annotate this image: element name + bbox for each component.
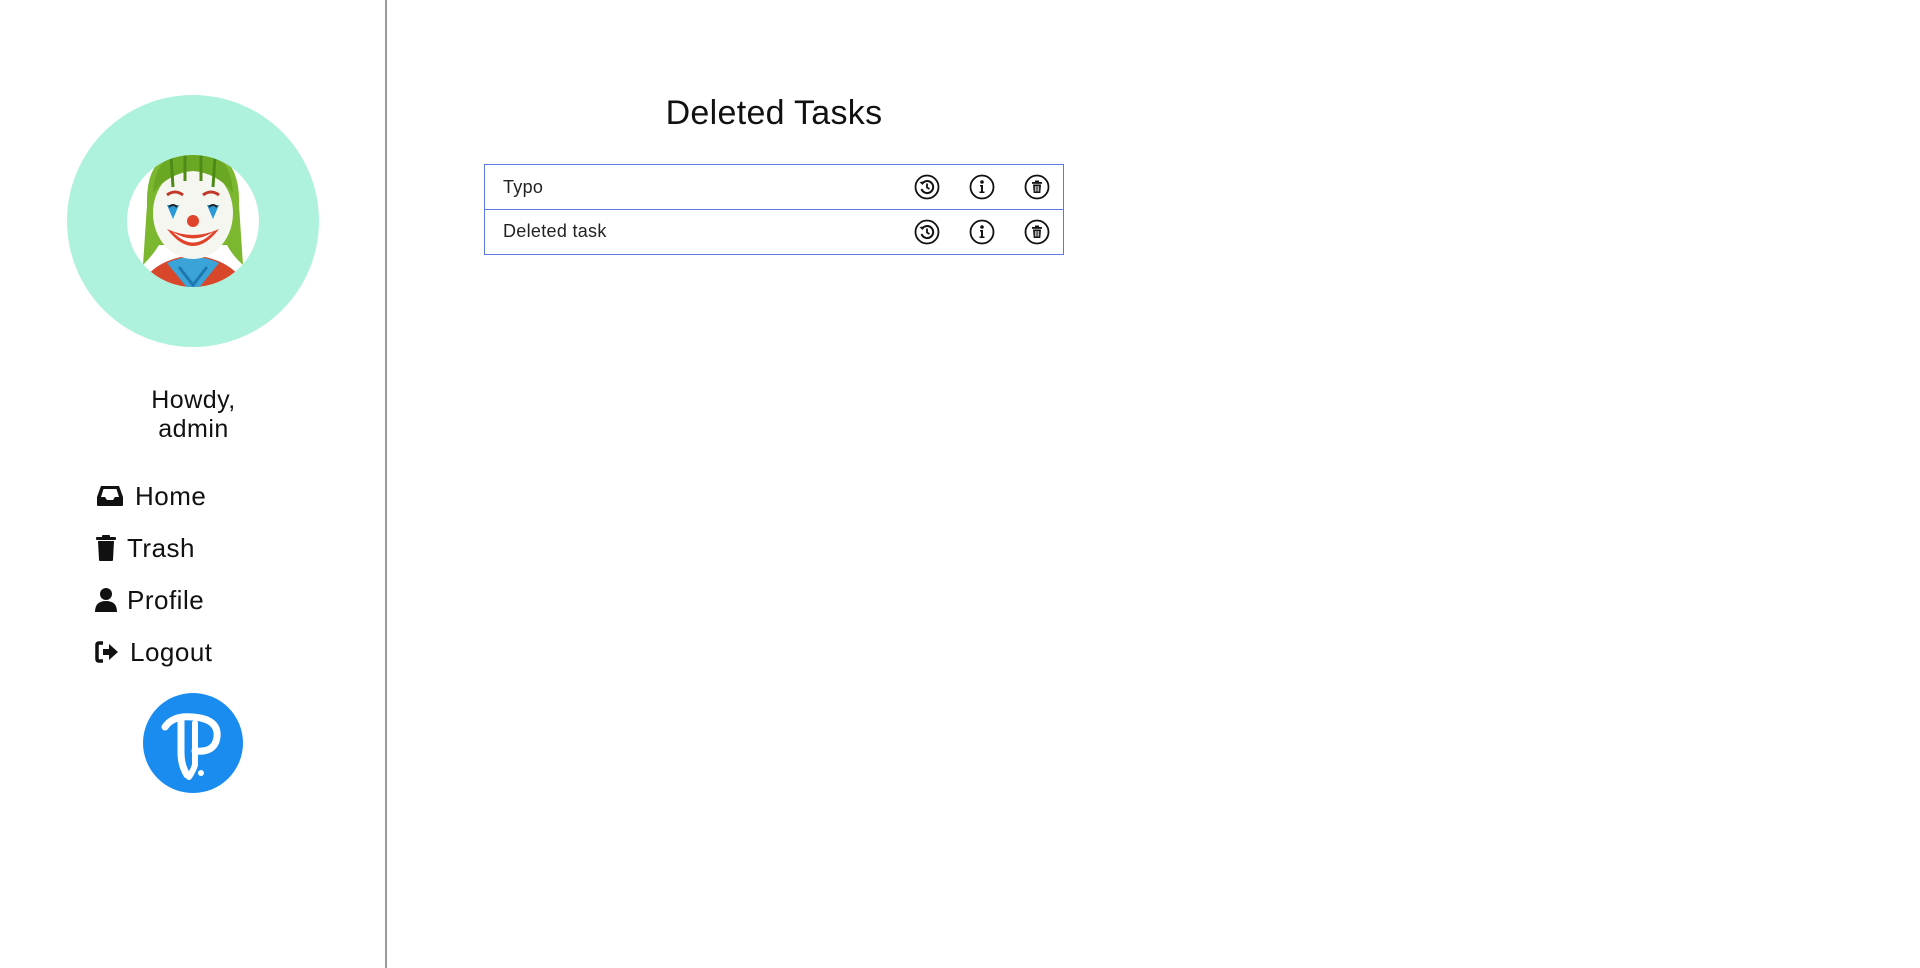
info-button[interactable] <box>968 218 996 246</box>
task-list: Typo Deleted task <box>484 164 1064 255</box>
task-row: Deleted task <box>484 208 1064 255</box>
greeting-line: Howdy, <box>151 386 236 414</box>
sidebar-item-label: Home <box>135 480 207 511</box>
delete-button[interactable] <box>1023 173 1051 201</box>
main-content: Deleted Tasks Typo Deleted task <box>389 0 1920 968</box>
sidebar-nav: Home Trash Profile Logout <box>95 470 355 678</box>
sidebar-item-label: Logout <box>130 636 213 667</box>
restore-button[interactable] <box>913 173 941 201</box>
page-title: Deleted Tasks <box>665 94 883 132</box>
task-actions <box>913 173 1063 201</box>
sidebar-item-label: Profile <box>127 584 205 615</box>
user-icon <box>95 585 117 615</box>
username: admin <box>158 415 229 443</box>
delete-icon <box>1024 174 1050 200</box>
sidebar: Howdy, admin Home Trash Profile Logout <box>0 0 387 968</box>
info-icon <box>969 219 995 244</box>
avatar <box>67 95 319 347</box>
restore-button[interactable] <box>913 218 941 246</box>
sidebar-item-trash[interactable]: Trash <box>95 522 355 574</box>
info-icon <box>969 174 995 200</box>
joker-avatar-icon <box>127 155 259 287</box>
delete-icon <box>1024 219 1050 244</box>
restore-icon <box>914 174 940 200</box>
sidebar-item-logout[interactable]: Logout <box>95 626 355 678</box>
sidebar-item-label: Trash <box>127 532 195 563</box>
sidebar-item-profile[interactable]: Profile <box>95 574 355 626</box>
greeting: Howdy, admin <box>0 386 387 444</box>
task-row: Typo <box>484 164 1064 210</box>
logout-icon <box>95 637 119 667</box>
task-actions <box>913 218 1063 246</box>
trash-icon <box>95 533 117 563</box>
sidebar-item-home[interactable]: Home <box>95 470 355 522</box>
tp-logo-icon <box>143 693 243 793</box>
task-name: Typo <box>503 176 544 197</box>
info-button[interactable] <box>968 173 996 201</box>
task-name: Deleted task <box>503 221 607 241</box>
delete-button[interactable] <box>1023 218 1051 246</box>
restore-icon <box>914 219 940 244</box>
inbox-icon <box>95 481 125 511</box>
brand-logo <box>143 693 243 793</box>
